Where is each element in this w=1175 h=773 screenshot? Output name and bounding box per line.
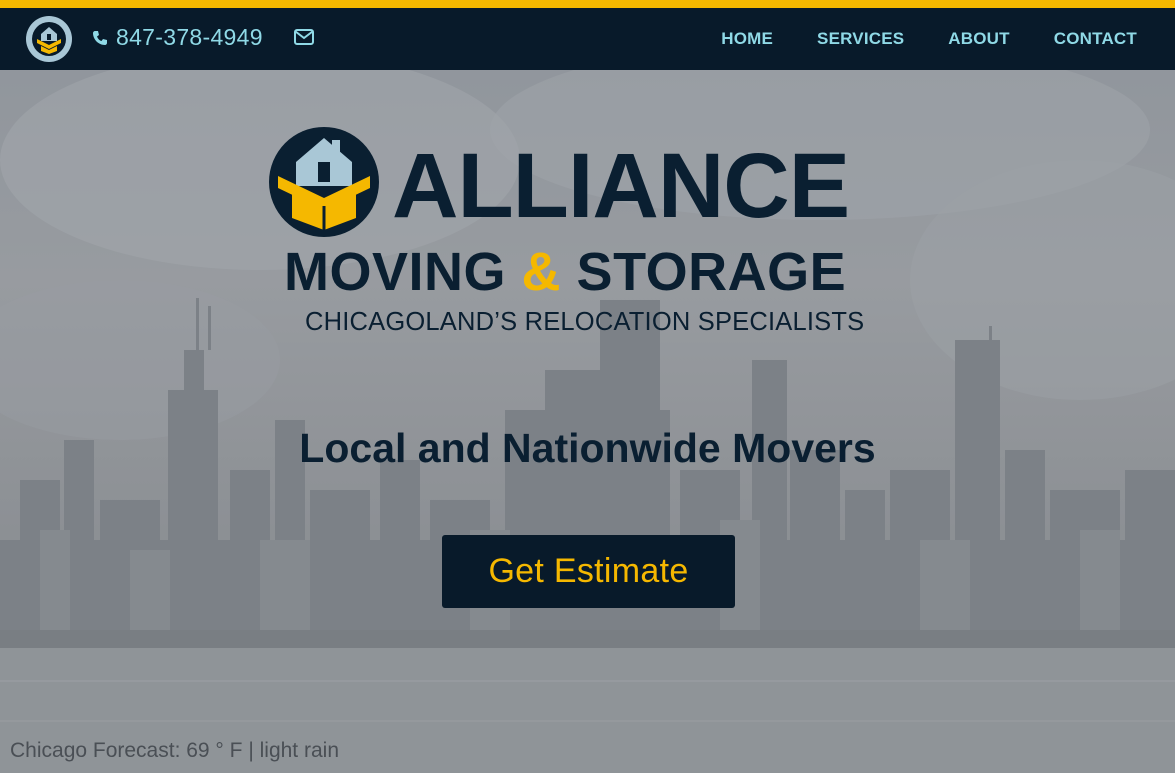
brand-ampersand: & [521,242,562,302]
brand-subtitle-right: STORAGE [576,242,847,302]
main-nav: HOME SERVICES ABOUT CONTACT [677,8,1137,70]
nav-services[interactable]: SERVICES [817,29,904,49]
phone-icon [93,30,107,45]
brand-tagline: CHICAGOLAND’S RELOCATION SPECIALISTS [305,308,865,336]
brand-subtitle: MOVING & STORAGE [284,242,889,302]
hero-section: ALLIANCE MOVING & STORAGE CHICAGOLAND’S … [0,70,1175,773]
brand-subtitle-left: MOVING [284,242,507,302]
get-estimate-button[interactable]: Get Estimate [442,535,735,608]
phone-link[interactable]: 847-378-4949 [92,24,263,51]
top-accent-bar [0,0,1175,8]
weather-forecast: Chicago Forecast: 69 ° F | light rain [10,739,339,762]
nav-home[interactable]: HOME [721,29,773,49]
brand-name: ALLIANCE [392,135,850,237]
phone-number: 847-378-4949 [116,24,263,50]
navbar: 847-378-4949 HOME SERVICES ABOUT CONTACT [0,8,1175,70]
nav-about[interactable]: ABOUT [948,29,1009,49]
nav-contact[interactable]: CONTACT [1054,29,1137,49]
envelope-icon[interactable] [294,29,314,50]
hero-headline: Local and Nationwide Movers [299,425,876,471]
nav-logo-icon[interactable] [26,16,72,62]
